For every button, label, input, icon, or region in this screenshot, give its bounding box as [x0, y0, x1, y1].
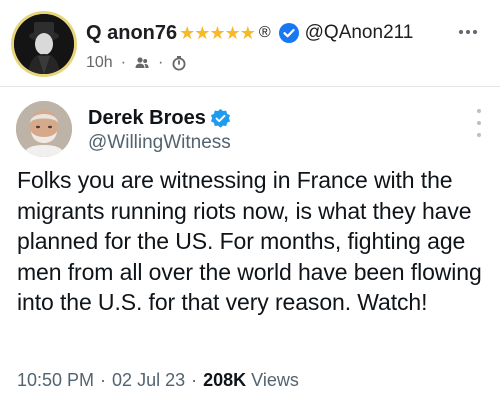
tweet-author-handle[interactable]: @WillingWitness [88, 132, 231, 154]
vertical-more-icon[interactable] [476, 109, 482, 137]
tweet-author-name[interactable]: Derek Broes [88, 107, 206, 130]
embedded-tweet[interactable]: Derek Broes @WillingWitness Folks you ar… [0, 86, 500, 412]
footer-separator: · [100, 369, 107, 390]
masked-figure-avatar-icon [14, 14, 74, 74]
post-header: Q anon76 ★★★★★ ® @QAnon211 10h · · [0, 0, 500, 86]
tweet-views-label: Views [251, 369, 299, 390]
bearded-man-avatar-icon [16, 101, 72, 157]
more-options-icon[interactable] [454, 22, 482, 42]
tweet-views-count: 208K [203, 369, 247, 390]
registered-mark: ® [258, 24, 271, 41]
post-time[interactable]: 10h [86, 54, 113, 72]
friends-icon [134, 55, 150, 71]
author-name-row: Q anon76 ★★★★★ ® @QAnon211 [86, 18, 413, 48]
tweet-footer: 10:50 PM · 02 Jul 23 · 208K Views [17, 367, 299, 393]
author-name[interactable]: Q anon76 [86, 22, 177, 45]
meta-separator: · [120, 54, 127, 71]
tweet-date[interactable]: 02 Jul 23 [112, 370, 185, 391]
verified-badge-icon [210, 108, 231, 129]
tweet-text: Folks you are witnessing in France with … [17, 167, 482, 315]
timer-icon [171, 55, 187, 71]
post-meta: 10h · · [86, 52, 187, 74]
author-stars: ★★★★★ [179, 22, 256, 43]
author-avatar[interactable] [14, 14, 74, 74]
meta-separator: · [158, 54, 164, 71]
author-handle[interactable]: @QAnon211 [305, 22, 414, 44]
verified-badge-icon [278, 23, 299, 43]
footer-separator: · [191, 369, 198, 390]
tweet-name-row: Derek Broes [88, 105, 231, 131]
tweet-author-avatar[interactable] [16, 101, 72, 157]
tweet-time[interactable]: 10:50 PM [17, 370, 94, 391]
